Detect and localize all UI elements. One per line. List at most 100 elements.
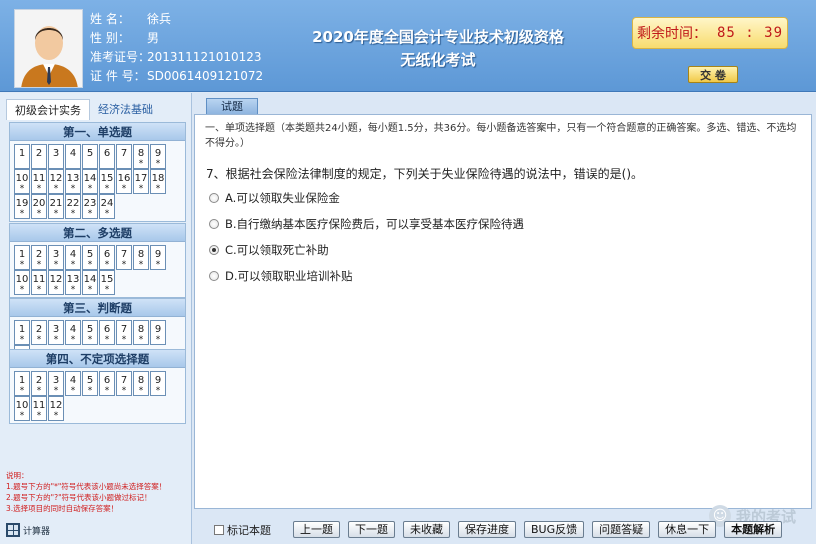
question-number-cell[interactable]: 3 — [48, 144, 64, 169]
question-number-cell[interactable]: 2 * — [31, 320, 47, 345]
question-number-cell[interactable]: 1 * — [14, 371, 30, 396]
question-number-cell[interactable]: 14 * — [82, 169, 98, 194]
mark-question-checkbox[interactable]: 标记本题 — [214, 522, 271, 538]
calculator-button[interactable]: 计算器 — [6, 523, 50, 537]
action-bar: 标记本题 上一题 下一题 未收藏 保存进度 BUG反馈 问题答疑 休息一下 本题… — [214, 521, 783, 538]
question-number: 8 — [137, 249, 145, 260]
question-number-cell[interactable]: 2 * — [31, 371, 47, 396]
question-number-cell[interactable]: 8 * — [133, 144, 149, 169]
question-number-cell[interactable]: 1 * — [14, 245, 30, 270]
question-number-cell[interactable]: 7 * — [116, 245, 132, 270]
take-break-button[interactable]: 休息一下 — [658, 521, 717, 538]
answer-status-mark: * — [53, 260, 59, 270]
tab-economic-law[interactable]: 经济法基础 — [90, 99, 161, 120]
answer-status-mark: * — [87, 386, 93, 396]
tab-accounting-practice[interactable]: 初级会计实务 — [6, 99, 90, 120]
option-d[interactable]: D.可以领取职业培训补贴 — [209, 268, 353, 284]
option-c[interactable]: C.可以领取死亡补助 — [209, 242, 329, 258]
question-number: 7 — [120, 375, 128, 386]
question-number-cell[interactable]: 9 * — [150, 371, 166, 396]
option-label: A.可以领取失业保险金 — [225, 191, 340, 205]
question-number: 7 — [120, 324, 128, 335]
next-question-button[interactable]: 下一题 — [348, 521, 395, 538]
question-number-cell[interactable]: 19 * — [14, 194, 30, 219]
submit-exam-button[interactable]: 交 卷 — [688, 66, 738, 83]
question-number-cell[interactable]: 15 * — [99, 169, 115, 194]
prev-question-button[interactable]: 上一题 — [293, 521, 340, 538]
answer-status-mark: * — [87, 285, 93, 295]
question-number-cell[interactable]: 20 * — [31, 194, 47, 219]
question-number-cell[interactable]: 23 * — [82, 194, 98, 219]
question-number: 8 — [137, 148, 145, 159]
question-number-cell[interactable]: 2 — [31, 144, 47, 169]
question-number-cell[interactable]: 9 * — [150, 320, 166, 345]
question-number-cell[interactable]: 3 * — [48, 245, 64, 270]
option-radio[interactable] — [209, 193, 219, 203]
bug-report-button[interactable]: BUG反馈 — [524, 521, 585, 538]
tab-questions[interactable]: 试题 — [206, 98, 258, 115]
question-number-cell[interactable]: 7 * — [116, 371, 132, 396]
question-number: 16 — [117, 173, 131, 184]
question-number-cell[interactable]: 4 — [65, 144, 81, 169]
question-number: 5 — [86, 324, 94, 335]
question-number-cell[interactable]: 5 * — [82, 320, 98, 345]
question-analysis-button[interactable]: 本题解析 — [724, 521, 783, 538]
question-number-cell[interactable]: 11 * — [31, 169, 47, 194]
question-number-cell[interactable]: 6 — [99, 144, 115, 169]
question-number-cell[interactable]: 22 * — [65, 194, 81, 219]
favorite-button[interactable]: 未收藏 — [403, 521, 450, 538]
notes-line-2: 2.题号下方的"?"符号代表该小题做过标记！ — [6, 493, 152, 502]
option-radio[interactable] — [209, 245, 219, 255]
question-number-cell[interactable]: 9 * — [150, 245, 166, 270]
question-number-cell[interactable]: 4 * — [65, 320, 81, 345]
question-number: 5 — [86, 375, 94, 386]
option-radio[interactable] — [209, 219, 219, 229]
question-number-cell[interactable]: 8 * — [133, 371, 149, 396]
answer-status-mark: * — [70, 285, 76, 295]
question-number-cell[interactable]: 6 * — [99, 245, 115, 270]
question-number-cell[interactable]: 12 * — [48, 396, 64, 421]
question-number-cell[interactable]: 8 * — [133, 245, 149, 270]
question-number-cell[interactable]: 5 * — [82, 245, 98, 270]
question-number-cell[interactable]: 6 * — [99, 371, 115, 396]
answer-status-mark: * — [36, 335, 42, 345]
question-number-cell[interactable]: 12 * — [48, 169, 64, 194]
question-number-cell[interactable]: 6 * — [99, 320, 115, 345]
question-number-cell[interactable]: 8 * — [133, 320, 149, 345]
question-number-cell[interactable]: 11 * — [31, 270, 47, 295]
question-number-cell[interactable]: 5 — [82, 144, 98, 169]
question-number-cell[interactable]: 17 * — [133, 169, 149, 194]
option-b[interactable]: B.自行缴纳基本医疗保险费后，可以享受基本医疗保险待遇 — [209, 216, 524, 232]
question-help-button[interactable]: 问题答疑 — [592, 521, 651, 538]
save-progress-button[interactable]: 保存进度 — [458, 521, 516, 538]
question-number-cell[interactable]: 3 * — [48, 320, 64, 345]
question-number-cell[interactable]: 16 * — [116, 169, 132, 194]
question-number-cell[interactable]: 10* — [14, 396, 30, 421]
question-number-cell[interactable]: 9 * — [150, 144, 166, 169]
question-number-cell[interactable]: 7 * — [116, 320, 132, 345]
question-number-cell[interactable]: 7 — [116, 144, 132, 169]
question-number-cell[interactable]: 2 * — [31, 245, 47, 270]
question-number-cell[interactable]: 10* — [14, 169, 30, 194]
question-number-cell[interactable]: 21 * — [48, 194, 64, 219]
question-number-cell[interactable]: 15 * — [99, 270, 115, 295]
checkbox-box[interactable] — [214, 524, 224, 535]
question-number-cell[interactable]: 1 * — [14, 320, 30, 345]
question-number-cell[interactable]: 14 * — [82, 270, 98, 295]
option-a[interactable]: A.可以领取失业保险金 — [209, 190, 340, 206]
question-number-cell[interactable]: 4 * — [65, 245, 81, 270]
question-number-cell[interactable]: 5 * — [82, 371, 98, 396]
option-radio[interactable] — [209, 271, 219, 281]
question-number-cell[interactable]: 4 * — [65, 371, 81, 396]
question-number-cell[interactable]: 18 * — [150, 169, 166, 194]
question-number-cell[interactable]: 24 * — [99, 194, 115, 219]
question-number-cell[interactable]: 13 * — [65, 169, 81, 194]
question-number-cell[interactable]: 1 — [14, 144, 30, 169]
question-number-cell[interactable]: 11 * — [31, 396, 47, 421]
answer-status-mark: * — [36, 386, 42, 396]
question-number-cell[interactable]: 12 * — [48, 270, 64, 295]
question-number-cell[interactable]: 13 * — [65, 270, 81, 295]
question-number-cell[interactable]: 3 * — [48, 371, 64, 396]
question-number-cell[interactable]: 10* — [14, 270, 30, 295]
question-number: 7 — [120, 148, 128, 159]
